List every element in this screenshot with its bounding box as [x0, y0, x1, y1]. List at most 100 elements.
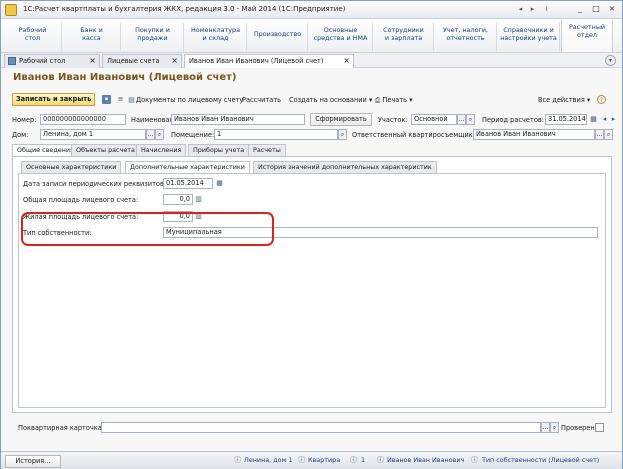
- tab-charges[interactable]: Начисления: [136, 144, 187, 156]
- tab-chars-history[interactable]: История значений дополнительных характер…: [253, 161, 437, 173]
- form-area: Иванов Иван Иванович (Лицевой счет) Запи…: [1, 68, 622, 451]
- tabs-menu-icon[interactable]: ▾: [605, 55, 616, 66]
- select-tenant-button[interactable]: …: [595, 129, 604, 140]
- minimize-button[interactable]: _: [575, 4, 585, 14]
- section-production[interactable]: Производство: [248, 23, 308, 51]
- date-label: Дата записи периодических реквизитов:: [23, 180, 167, 188]
- name-field[interactable]: Иванов Иван Иванович: [171, 114, 305, 125]
- nav-forward-icon[interactable]: ▸: [528, 5, 537, 14]
- calendar-icon[interactable]: ▦: [589, 115, 598, 124]
- maximize-button[interactable]: □: [591, 4, 601, 14]
- window-title: 1С:Расчет квартплаты и бухгалтерия ЖКХ, …: [23, 5, 346, 13]
- number-field[interactable]: 000000000000000: [40, 114, 126, 125]
- info-icon: ⓘ: [350, 456, 357, 464]
- sections-panel: Рабочий стол Банк и касса Покупки и прод…: [1, 19, 622, 53]
- house-label: Дом:: [12, 131, 29, 139]
- house-field[interactable]: Ленина, дом 1: [40, 129, 146, 140]
- section-billing[interactable]: Расчетный отдел: [561, 20, 613, 52]
- section-desktop[interactable]: Рабочий стол: [4, 23, 62, 51]
- close-tab-icon[interactable]: ×: [89, 55, 96, 67]
- tab-meters[interactable]: Приборы учета: [188, 144, 250, 156]
- tenant-field[interactable]: Иванов Иван Иванович: [473, 129, 595, 140]
- chevron-down-icon: ▾: [409, 96, 413, 104]
- section-salary[interactable]: Сотрудники и зарплата: [374, 23, 434, 51]
- save-icon[interactable]: ▪: [102, 95, 111, 104]
- app-window: 1С:Расчет квартплаты и бухгалтерия ЖКХ, …: [0, 0, 623, 469]
- open-area-icon[interactable]: ⌕: [466, 114, 475, 125]
- select-area-button[interactable]: …: [457, 114, 466, 125]
- document-icon: ▤: [128, 96, 135, 104]
- area-label: Участок:: [378, 116, 408, 124]
- open-house-icon[interactable]: ⌕: [155, 129, 164, 140]
- printer-icon: ⎙: [375, 96, 381, 104]
- checked-checkbox[interactable]: [595, 423, 604, 432]
- open-card-icon[interactable]: ⌕: [550, 422, 559, 433]
- date-field[interactable]: 01.05.2014: [163, 178, 213, 189]
- tab-desktop[interactable]: Рабочий стол ×: [4, 54, 100, 68]
- all-actions-label: Все действия: [538, 96, 585, 104]
- history-button[interactable]: История...: [5, 455, 61, 468]
- close-window-button[interactable]: ×: [607, 4, 617, 14]
- tenant-label: Ответственный квартиросъемщик:: [352, 131, 475, 139]
- close-tab-icon[interactable]: ×: [343, 55, 350, 67]
- period-label: Период расчетов:: [482, 116, 544, 124]
- tab-objects[interactable]: Объекты расчета: [71, 144, 140, 156]
- nav-back-icon[interactable]: ◂: [516, 5, 525, 14]
- list-icon[interactable]: ≡: [116, 95, 125, 104]
- tab-accounts[interactable]: Лицевые счета ×: [102, 54, 182, 68]
- status-bar: История... ⓘ Ленина, дом 1 ⓘ Квартира ⓘ …: [1, 451, 622, 469]
- documents-label: Документы по лицевому счету: [136, 96, 244, 104]
- form-title: Иванов Иван Иванович (Лицевой счет): [13, 72, 237, 83]
- all-actions-menu[interactable]: Все действия ▾: [538, 96, 590, 104]
- info-icon: ⓘ: [471, 456, 478, 464]
- form-name-button[interactable]: Сформировать: [310, 113, 372, 126]
- app-logo-icon: [5, 4, 17, 16]
- calendar-icon[interactable]: ▦: [215, 179, 224, 188]
- select-card-button[interactable]: …: [541, 422, 550, 433]
- section-items[interactable]: Номенклатура и склад: [185, 23, 247, 51]
- info-icon: ⓘ: [377, 456, 384, 464]
- calculate-button[interactable]: Рассчитать: [242, 96, 281, 104]
- close-tab-icon[interactable]: ×: [171, 55, 178, 67]
- desktop-icon: [8, 57, 16, 65]
- status-account[interactable]: Иванов Иван Иванович: [387, 456, 464, 464]
- chevron-down-icon: ▾: [586, 96, 591, 104]
- total-area-field[interactable]: 0,0: [163, 194, 193, 205]
- area-field[interactable]: Основной: [411, 114, 457, 125]
- info-icon[interactable]: i: [542, 5, 551, 14]
- period-prev-icon[interactable]: ◂: [600, 115, 609, 124]
- section-reports[interactable]: Учет, налоги, отчетность: [435, 23, 497, 51]
- help-icon[interactable]: ?: [597, 95, 606, 104]
- open-room-icon[interactable]: ⌕: [338, 129, 347, 140]
- tab-basic-chars[interactable]: Основные характеристики: [21, 161, 122, 173]
- print-menu[interactable]: ⎙ Печать ▾: [375, 96, 413, 105]
- select-house-button[interactable]: …: [146, 129, 155, 140]
- info-icon: ⓘ: [234, 456, 241, 464]
- status-house[interactable]: Ленина, дом 1: [244, 456, 292, 464]
- save-close-button[interactable]: Записать и закрыть: [12, 93, 96, 106]
- print-label: Печать: [382, 96, 408, 104]
- info-icon: ⓘ: [298, 456, 305, 464]
- status-ownership[interactable]: Тип собственности (Лицевой счет): [482, 456, 599, 464]
- open-windows-bar: Рабочий стол × Лицевые счета × Иванов Ив…: [1, 53, 622, 69]
- room-field[interactable]: 1: [214, 129, 338, 140]
- section-settings[interactable]: Справочники и настройки учета: [498, 23, 560, 51]
- section-purchases[interactable]: Покупки и продажи: [122, 23, 184, 51]
- title-bar: 1С:Расчет квартплаты и бухгалтерия ЖКХ, …: [1, 1, 622, 19]
- calculator-icon[interactable]: ▥: [194, 195, 203, 204]
- documents-link[interactable]: ▤Документы по лицевому счету: [127, 96, 243, 105]
- period-field[interactable]: 31.05.2014: [545, 114, 587, 125]
- tab-current-account[interactable]: Иванов Иван Иванович (Лицевой счет) ×: [184, 54, 354, 69]
- tab-desktop-label: Рабочий стол: [19, 57, 66, 65]
- create-based-menu[interactable]: Создать на основании ▾: [289, 96, 372, 104]
- period-next-icon[interactable]: ▸: [609, 115, 618, 124]
- extra-chars-panel: [18, 173, 606, 408]
- status-room[interactable]: 1: [361, 456, 365, 464]
- card-field[interactable]: [101, 422, 541, 433]
- open-tenant-icon[interactable]: ⌕: [604, 129, 613, 140]
- section-bank[interactable]: Банк и касса: [63, 23, 121, 51]
- tab-payments[interactable]: Расчеты: [248, 144, 286, 156]
- section-fixed-assets[interactable]: Основные средства и НМА: [309, 23, 373, 51]
- number-label: Номер:: [12, 116, 37, 124]
- status-apartment[interactable]: Квартира: [308, 456, 340, 464]
